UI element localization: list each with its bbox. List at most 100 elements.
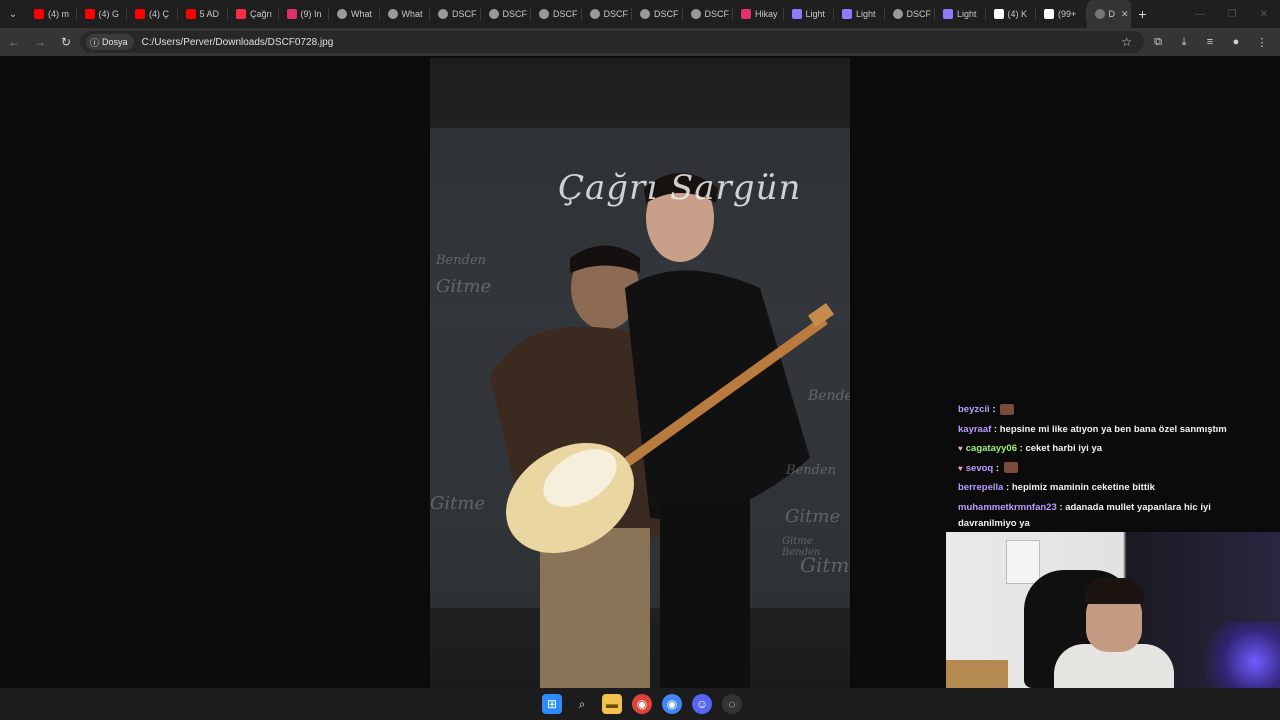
tab[interactable]: 5 AD [178, 0, 229, 28]
tab-active[interactable]: D ✕ [1086, 0, 1131, 28]
tab[interactable]: DSCF [481, 0, 532, 28]
tab[interactable]: What [329, 0, 380, 28]
backdrop-text: Benden [808, 388, 850, 404]
webcam-led-glow [1196, 622, 1280, 688]
youtube-icon [135, 9, 145, 19]
tab[interactable]: DSCF [683, 0, 734, 28]
address-bar[interactable]: ⓘ Dosya C:/Users/Perver/Downloads/DSCF07… [80, 31, 1144, 53]
tab[interactable]: DSCF [582, 0, 633, 28]
bookmark-star-icon[interactable]: ☆ [1121, 35, 1132, 49]
search-icon[interactable]: ⌕ [572, 694, 592, 714]
tab[interactable]: DSCF [885, 0, 936, 28]
close-window-icon[interactable]: ✕ [1248, 0, 1280, 28]
forward-icon[interactable]: → [28, 30, 52, 54]
chat-separator: : [991, 423, 1000, 435]
tab-label: DSCF [553, 9, 578, 19]
tab-active-label: D [1108, 9, 1116, 19]
chat-username: berrepella [958, 482, 1004, 493]
profile-avatar-icon[interactable]: ● [1224, 30, 1248, 54]
tab-label: Çağrı [250, 9, 273, 19]
chat-username: sevoq [965, 462, 994, 474]
extensions-icon[interactable]: ⧉ [1146, 30, 1170, 54]
chat-text: ceket harbi iyi ya [1025, 443, 1103, 454]
tab-label: Hikay [755, 9, 778, 19]
backdrop-text: Benden [436, 253, 487, 268]
download-icon[interactable]: ⤓ [1172, 30, 1196, 54]
chat-message: beyzcii : [958, 400, 1268, 420]
file-explorer-icon[interactable]: ▬ [602, 694, 622, 714]
obs-icon[interactable]: ◌ [722, 694, 742, 714]
minimize-icon[interactable]: — [1184, 0, 1216, 28]
globe-icon [539, 9, 549, 19]
tab-label: DSCF [502, 9, 528, 19]
photo-scene [430, 128, 850, 688]
chat-message: kayraaf : hepsine mi like atıyon ya ben … [958, 420, 1268, 440]
tab[interactable]: (4) K [986, 0, 1037, 28]
chat-username: muhammetkrmnfan23 [958, 501, 1057, 513]
tab[interactable]: Light [834, 0, 885, 28]
globe-icon [387, 9, 398, 19]
tab-label: DSCF [654, 9, 679, 19]
tab-label: (4) Ç [149, 9, 169, 19]
chat-separator: : [989, 404, 999, 415]
browser-toolbar: ← → ↻ ⓘ Dosya C:/Users/Perver/Downloads/… [0, 28, 1280, 56]
tab[interactable]: DSCF [430, 0, 481, 28]
globe-icon [640, 9, 650, 19]
tab[interactable]: What [380, 0, 431, 28]
tab-label: (4) G [98, 9, 120, 19]
chat-separator: : [1003, 482, 1012, 493]
tab[interactable]: (99+ [1036, 0, 1087, 28]
new-tab-button[interactable]: + [1131, 6, 1155, 22]
tab[interactable]: Hikay [733, 0, 784, 28]
tab[interactable]: (4) Ç [127, 0, 178, 28]
tab-list: (4) m (4) G (4) Ç 5 AD Çağrı (9) In What What DS… [26, 0, 1087, 28]
back-icon[interactable]: ← [2, 30, 26, 54]
chrome-icon[interactable]: ◉ [632, 694, 652, 714]
info-icon: ⓘ [90, 37, 100, 48]
backdrop-text: Gitme [436, 276, 492, 297]
backdrop-text: Gitme [430, 493, 486, 514]
maximize-icon[interactable]: ❐ [1216, 0, 1248, 28]
chat-username: cagatayy06 [965, 443, 1017, 454]
youtube-icon [84, 9, 95, 19]
toolbar-actions: ⧉ ⤓ ≡ ● ⋮ [1146, 30, 1274, 54]
tab[interactable]: (4) G [77, 0, 128, 28]
media-control-icon[interactable]: ≡ [1198, 30, 1222, 54]
tab-label: DSCF [452, 9, 477, 19]
chat-emote-icon [1000, 403, 1015, 415]
tab-search-chevron-icon[interactable]: ⌄ [0, 0, 26, 28]
instagram-icon [741, 9, 751, 19]
tab[interactable]: DSCF [632, 0, 683, 28]
tab[interactable]: Light [935, 0, 986, 28]
tab[interactable]: (9) In [279, 0, 330, 28]
discord-icon[interactable]: ☺ [692, 694, 712, 714]
tab-strip: ⌄ (4) m (4) G (4) Ç 5 AD Çağrı (9) In What What… [0, 0, 1280, 28]
chat-message: berrepella : hepimiz maminin ceketine bi… [958, 478, 1268, 498]
feather-icon [842, 9, 852, 19]
reload-icon[interactable]: ↻ [54, 30, 78, 54]
chat-username: kayraaf [958, 423, 992, 435]
chrome-active-icon[interactable]: ◉ [662, 694, 682, 714]
tab-label: (4) K [1007, 9, 1028, 19]
tiktok-icon [1044, 9, 1054, 19]
globe-icon [589, 9, 600, 19]
backdrop-text: Gitme [800, 553, 850, 577]
stream-chat-overlay: beyzcii : kayraaf : hepsine mi like atıy… [958, 400, 1268, 532]
menu-kebab-icon[interactable]: ⋮ [1250, 30, 1274, 54]
youtube-icon [34, 9, 44, 19]
backdrop-text: Gitme [785, 506, 841, 527]
tab[interactable]: DSCF [531, 0, 582, 28]
site-info-chip[interactable]: ⓘ Dosya [86, 34, 134, 50]
tab[interactable]: Light [784, 0, 835, 28]
tab-label: What [351, 9, 373, 19]
tab[interactable]: (4) m [26, 0, 77, 28]
chat-username: beyzcii [958, 404, 990, 415]
tab-label: (9) In [300, 9, 322, 19]
windows-start-icon[interactable]: ⊞ [542, 694, 562, 714]
chat-message: ♥ cagatayy06 : ceket harbi iyi ya [958, 439, 1268, 459]
tab[interactable]: Çağrı [228, 0, 279, 28]
webcam-poster [1006, 540, 1040, 584]
url-text[interactable]: C:/Users/Perver/Downloads/DSCF0728.jpg [142, 37, 334, 48]
feather-icon [791, 9, 802, 19]
close-tab-icon[interactable]: ✕ [1121, 9, 1129, 20]
